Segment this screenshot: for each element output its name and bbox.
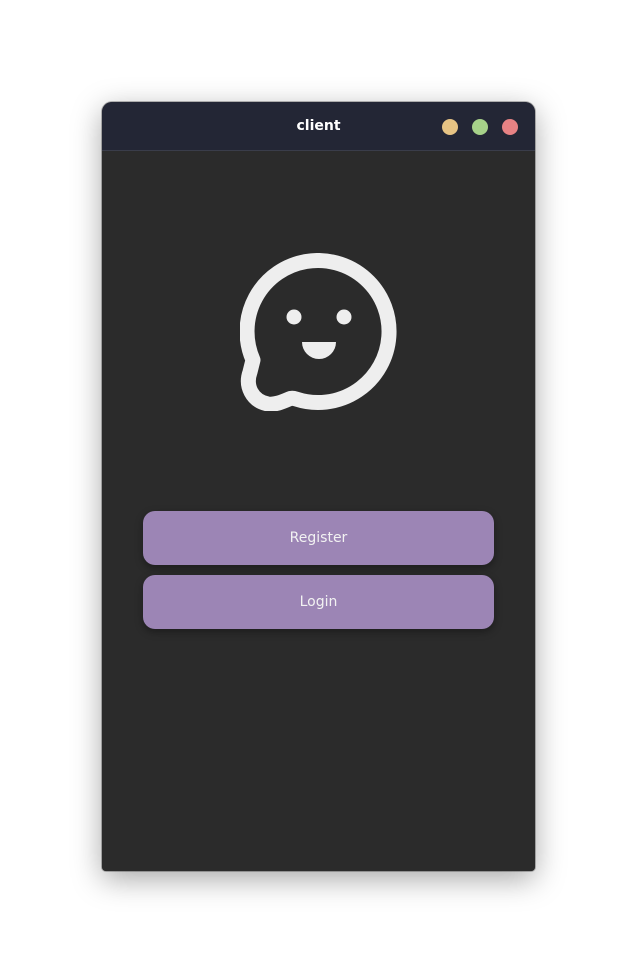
app-window: client Register Login	[102, 102, 535, 871]
main-content: Register Login	[102, 151, 535, 871]
title-bar[interactable]: client	[102, 102, 535, 151]
login-button[interactable]: Login	[143, 575, 494, 629]
minimize-button[interactable]	[442, 119, 458, 135]
smiling-chat-bubble-icon	[240, 253, 397, 411]
window-title: client	[296, 118, 341, 134]
close-button[interactable]	[502, 119, 518, 135]
register-button[interactable]: Register	[143, 511, 494, 565]
maximize-button[interactable]	[472, 119, 488, 135]
